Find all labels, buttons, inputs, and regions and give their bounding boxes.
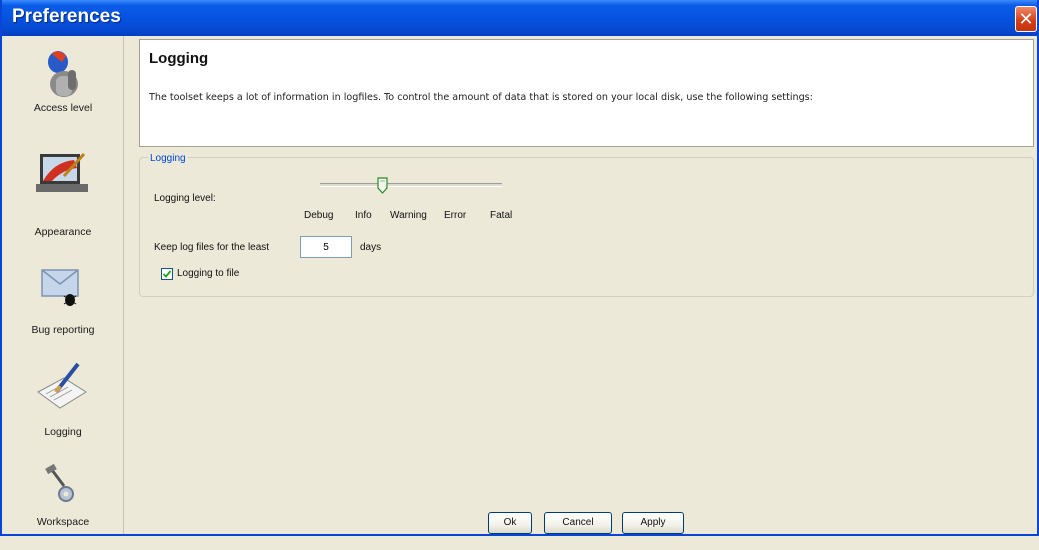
appearance-icon [36, 152, 88, 192]
level-label-debug: Debug [304, 210, 334, 221]
bug-reporting-icon [41, 269, 79, 306]
logging-level-label: Logging level: [154, 193, 216, 204]
keep-logs-label: Keep log files for the least [154, 242, 270, 253]
preferences-window: Preferences ✕ Access level Appearance Bu… [0, 0, 1039, 536]
sidebar-item-label: Logging [44, 426, 82, 438]
check-icon [162, 270, 172, 278]
page-title: Logging [149, 50, 209, 67]
keep-days-input[interactable] [300, 236, 352, 258]
logging-icon [37, 362, 87, 409]
sidebar-item-bug-reporting[interactable]: Bug reporting [2, 254, 124, 350]
close-icon: ✕ [1018, 8, 1034, 30]
logging-level-slider-thumb[interactable] [377, 177, 388, 194]
logging-to-file-checkbox[interactable] [161, 268, 173, 280]
sidebar-item-label: Appearance [34, 226, 92, 238]
sidebar-item-access-level[interactable]: Access level [2, 40, 124, 136]
sidebar-item-appearance[interactable]: Appearance [2, 140, 124, 238]
logging-to-file-label: Logging to file [177, 268, 240, 279]
sidebar-item-label: Workspace [36, 516, 90, 528]
level-label-fatal: Fatal [490, 210, 513, 221]
ok-button[interactable]: Ok [488, 512, 532, 534]
window-title: Preferences [12, 6, 121, 27]
group-legend: Logging [148, 153, 188, 164]
sidebar-item-logging[interactable]: Logging [2, 354, 124, 450]
logging-level-slider-track[interactable] [320, 183, 502, 187]
close-button[interactable]: ✕ [1015, 6, 1037, 32]
level-label-info: Info [355, 210, 372, 221]
access-level-icon [48, 51, 78, 97]
level-label-warning: Warning [390, 210, 427, 221]
header-panel: Logging The toolset keeps a lot of infor… [139, 39, 1034, 147]
level-label-error: Error [444, 210, 467, 221]
workspace-icon [45, 463, 74, 502]
title-bar[interactable]: Preferences ✕ [2, 0, 1037, 36]
sidebar-item-label: Bug reporting [31, 324, 95, 336]
page-description: The toolset keeps a lot of information i… [149, 92, 813, 103]
apply-button[interactable]: Apply [622, 512, 684, 534]
keep-days-unit: days [360, 242, 382, 253]
cancel-button[interactable]: Cancel [544, 512, 612, 534]
sidebar-item-label: Access level [33, 102, 93, 114]
logging-group: Logging Logging level: Debug Info Warnin… [139, 153, 1034, 297]
sidebar: Access level Appearance Bug reporting Lo… [2, 36, 124, 534]
